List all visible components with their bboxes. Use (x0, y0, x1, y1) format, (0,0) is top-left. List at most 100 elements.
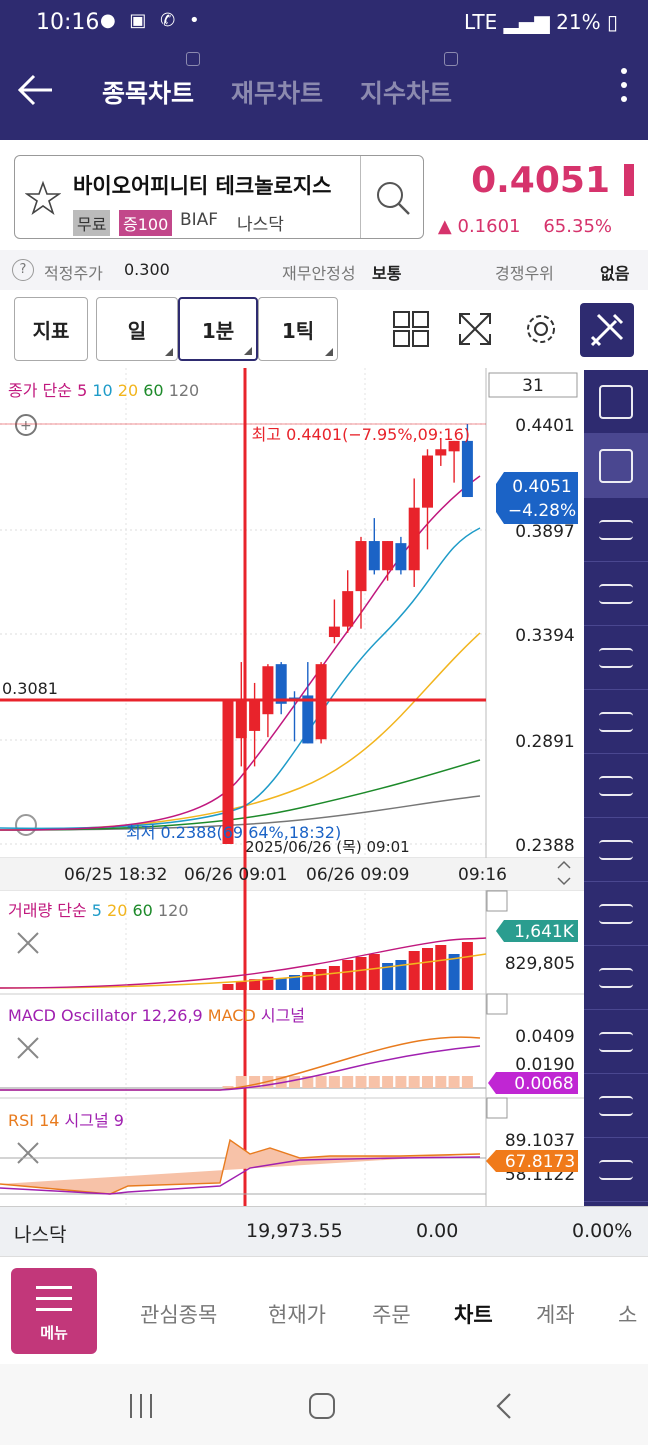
tab-stock-chart[interactable]: 종목차트 (102, 74, 194, 110)
nav-chart[interactable]: 차트 (454, 1299, 493, 1329)
nav-more[interactable]: 소 (618, 1299, 637, 1329)
back-icon[interactable] (494, 1392, 514, 1420)
indicator-button[interactable]: 지표 (14, 297, 88, 361)
rail-tool-eraser-all[interactable] (584, 498, 648, 562)
macd-oscillator-bar (448, 1076, 460, 1088)
current-price-tag-value: 0.4051 (512, 477, 571, 497)
rail-tool-trend-line[interactable] (584, 818, 648, 882)
free-badge: 무료 (73, 210, 111, 236)
chart-canvas[interactable]: 종가 단순 5 10 20 60 120 +31 0.4401 0.3897 0.33… (0, 368, 584, 1206)
rail-tool-fan[interactable] (584, 1010, 648, 1074)
rail-tool-auto-trend[interactable] (584, 882, 648, 946)
macd-oscillator-bar (382, 1076, 394, 1088)
panel-menu-icon (486, 993, 508, 1015)
app-header: 10:16 ● ▣ ✆ • LTE ▂▄▆ 21% ▯ 종목차트 재무차트 지수… (0, 0, 648, 140)
tools-icon (590, 313, 624, 347)
rsi-axis-label: 89.1037 (505, 1131, 575, 1151)
candle-body (395, 543, 407, 571)
volume-bar (235, 981, 247, 990)
period-day-label: 일 (127, 318, 147, 343)
rail-tool-channel[interactable] (584, 1138, 648, 1202)
nav-watchlist[interactable]: 관심종목 (140, 1299, 217, 1329)
tab-badge-icon (444, 52, 458, 66)
ma-legend: 종가 단순 5 10 20 60 120 (8, 381, 199, 400)
volume-bar (355, 957, 367, 990)
cross-point-icon (599, 647, 633, 668)
volume-bar (408, 951, 420, 990)
valley-icon (599, 775, 633, 796)
tab-badge-icon (186, 52, 200, 66)
rsi-legend: RSI 14 시그널 9 (8, 1111, 124, 1130)
volume-axis-label: 829,805 (505, 954, 575, 974)
rail-tool-cross-point[interactable] (584, 626, 648, 690)
period-tick-button[interactable]: 1틱 (258, 297, 338, 361)
rail-tool-valley[interactable] (584, 754, 648, 818)
candle-count: 31 (522, 376, 544, 396)
index-change-percent: 0.00% (572, 1220, 633, 1242)
rail-tool-eraser[interactable] (584, 434, 648, 498)
change-percent: 65.35% (543, 216, 612, 237)
volume-bar (368, 954, 380, 990)
macd-oscillator-bar (289, 1076, 300, 1088)
period-minute-label: 1분 (201, 318, 235, 343)
candle-body (408, 507, 420, 571)
rail-tool-vertical-lines[interactable] (584, 1074, 648, 1138)
star-icon[interactable] (25, 180, 61, 216)
expand-icon[interactable] (456, 310, 494, 348)
current-pct-tag-value: −4.28% (508, 501, 576, 521)
arc-icon (599, 967, 633, 988)
macd-oscillator-bar (342, 1076, 354, 1088)
price-axis-label: 0.2388 (515, 836, 574, 856)
candle-body (249, 699, 261, 731)
status-right: LTE ▂▄▆ 21% ▯ (464, 10, 618, 34)
more-menu-icon[interactable] (620, 68, 628, 110)
nav-account[interactable]: 계좌 (536, 1299, 575, 1329)
time-axis-label: 09:16 (458, 865, 507, 885)
eraser-icon (599, 448, 633, 483)
rsi-current-tag-value: 67.8173 (505, 1152, 575, 1172)
drawing-tools-button[interactable] (580, 303, 634, 357)
period-minute-button[interactable]: 1분 (178, 297, 258, 361)
tab-financial-chart[interactable]: 재무차트 (231, 74, 323, 110)
volume-bar (302, 972, 314, 990)
bottom-nav: 메뉴 관심종목 현재가 주문 차트 계좌 소 (0, 1256, 648, 1364)
index-name: 나스닥 (14, 1224, 67, 1246)
tab-index-chart[interactable]: 지수차트 (360, 74, 452, 110)
menu-button[interactable]: 메뉴 (11, 1268, 97, 1354)
volume-current-tag-value: 1,641K (514, 922, 575, 942)
panel-menu-icon (486, 890, 508, 912)
time-axis-label: 06/25 18:32 (64, 865, 167, 885)
change-value: ▲ 0.1601 (437, 216, 521, 237)
grid-layout-icon[interactable] (392, 310, 430, 348)
nav-quote[interactable]: 현재가 (268, 1299, 326, 1329)
candle-body (461, 440, 473, 498)
macd-oscillator-bar (422, 1076, 433, 1088)
period-day-button[interactable]: 일 (96, 297, 178, 361)
menu-label: 메뉴 (40, 1324, 68, 1342)
candle-body (382, 541, 394, 571)
time-axis-label: 06/26 09:01 (184, 865, 287, 885)
macd-legend: MACD Oscillator 12,26,9 MACD 시그널 (8, 1006, 305, 1025)
macd-oscillator-bar (355, 1076, 367, 1088)
settings-gear-icon[interactable] (522, 310, 560, 348)
search-icon[interactable] (373, 178, 413, 218)
nav-order[interactable]: 주문 (372, 1299, 411, 1329)
index-row[interactable]: 나스닥 19,973.55 0.00 0.00% (0, 1206, 648, 1256)
stock-selector[interactable]: 바이오어피니티 테크놀로지스 무료 증100 BIAF 나스닥 (14, 155, 424, 239)
rail-tool-arc[interactable] (584, 946, 648, 1010)
rail-tool-save[interactable] (584, 370, 648, 434)
hamburger-icon (36, 1286, 72, 1319)
macd-oscillator-bar (395, 1076, 407, 1088)
period-tick-label: 1틱 (281, 318, 315, 343)
rail-tool-hcl-line[interactable] (584, 562, 648, 626)
save-icon (599, 384, 633, 419)
margin-badge: 증100 (119, 210, 173, 236)
help-icon[interactable]: ? (12, 259, 34, 281)
trend-line-icon (599, 839, 633, 860)
home-icon[interactable] (308, 1392, 336, 1420)
rail-tool-peak[interactable] (584, 690, 648, 754)
rank-value: 없음 (600, 264, 630, 283)
system-nav-bar (0, 1364, 648, 1445)
back-arrow-icon[interactable] (16, 70, 56, 110)
recent-apps-icon[interactable] (126, 1392, 156, 1420)
